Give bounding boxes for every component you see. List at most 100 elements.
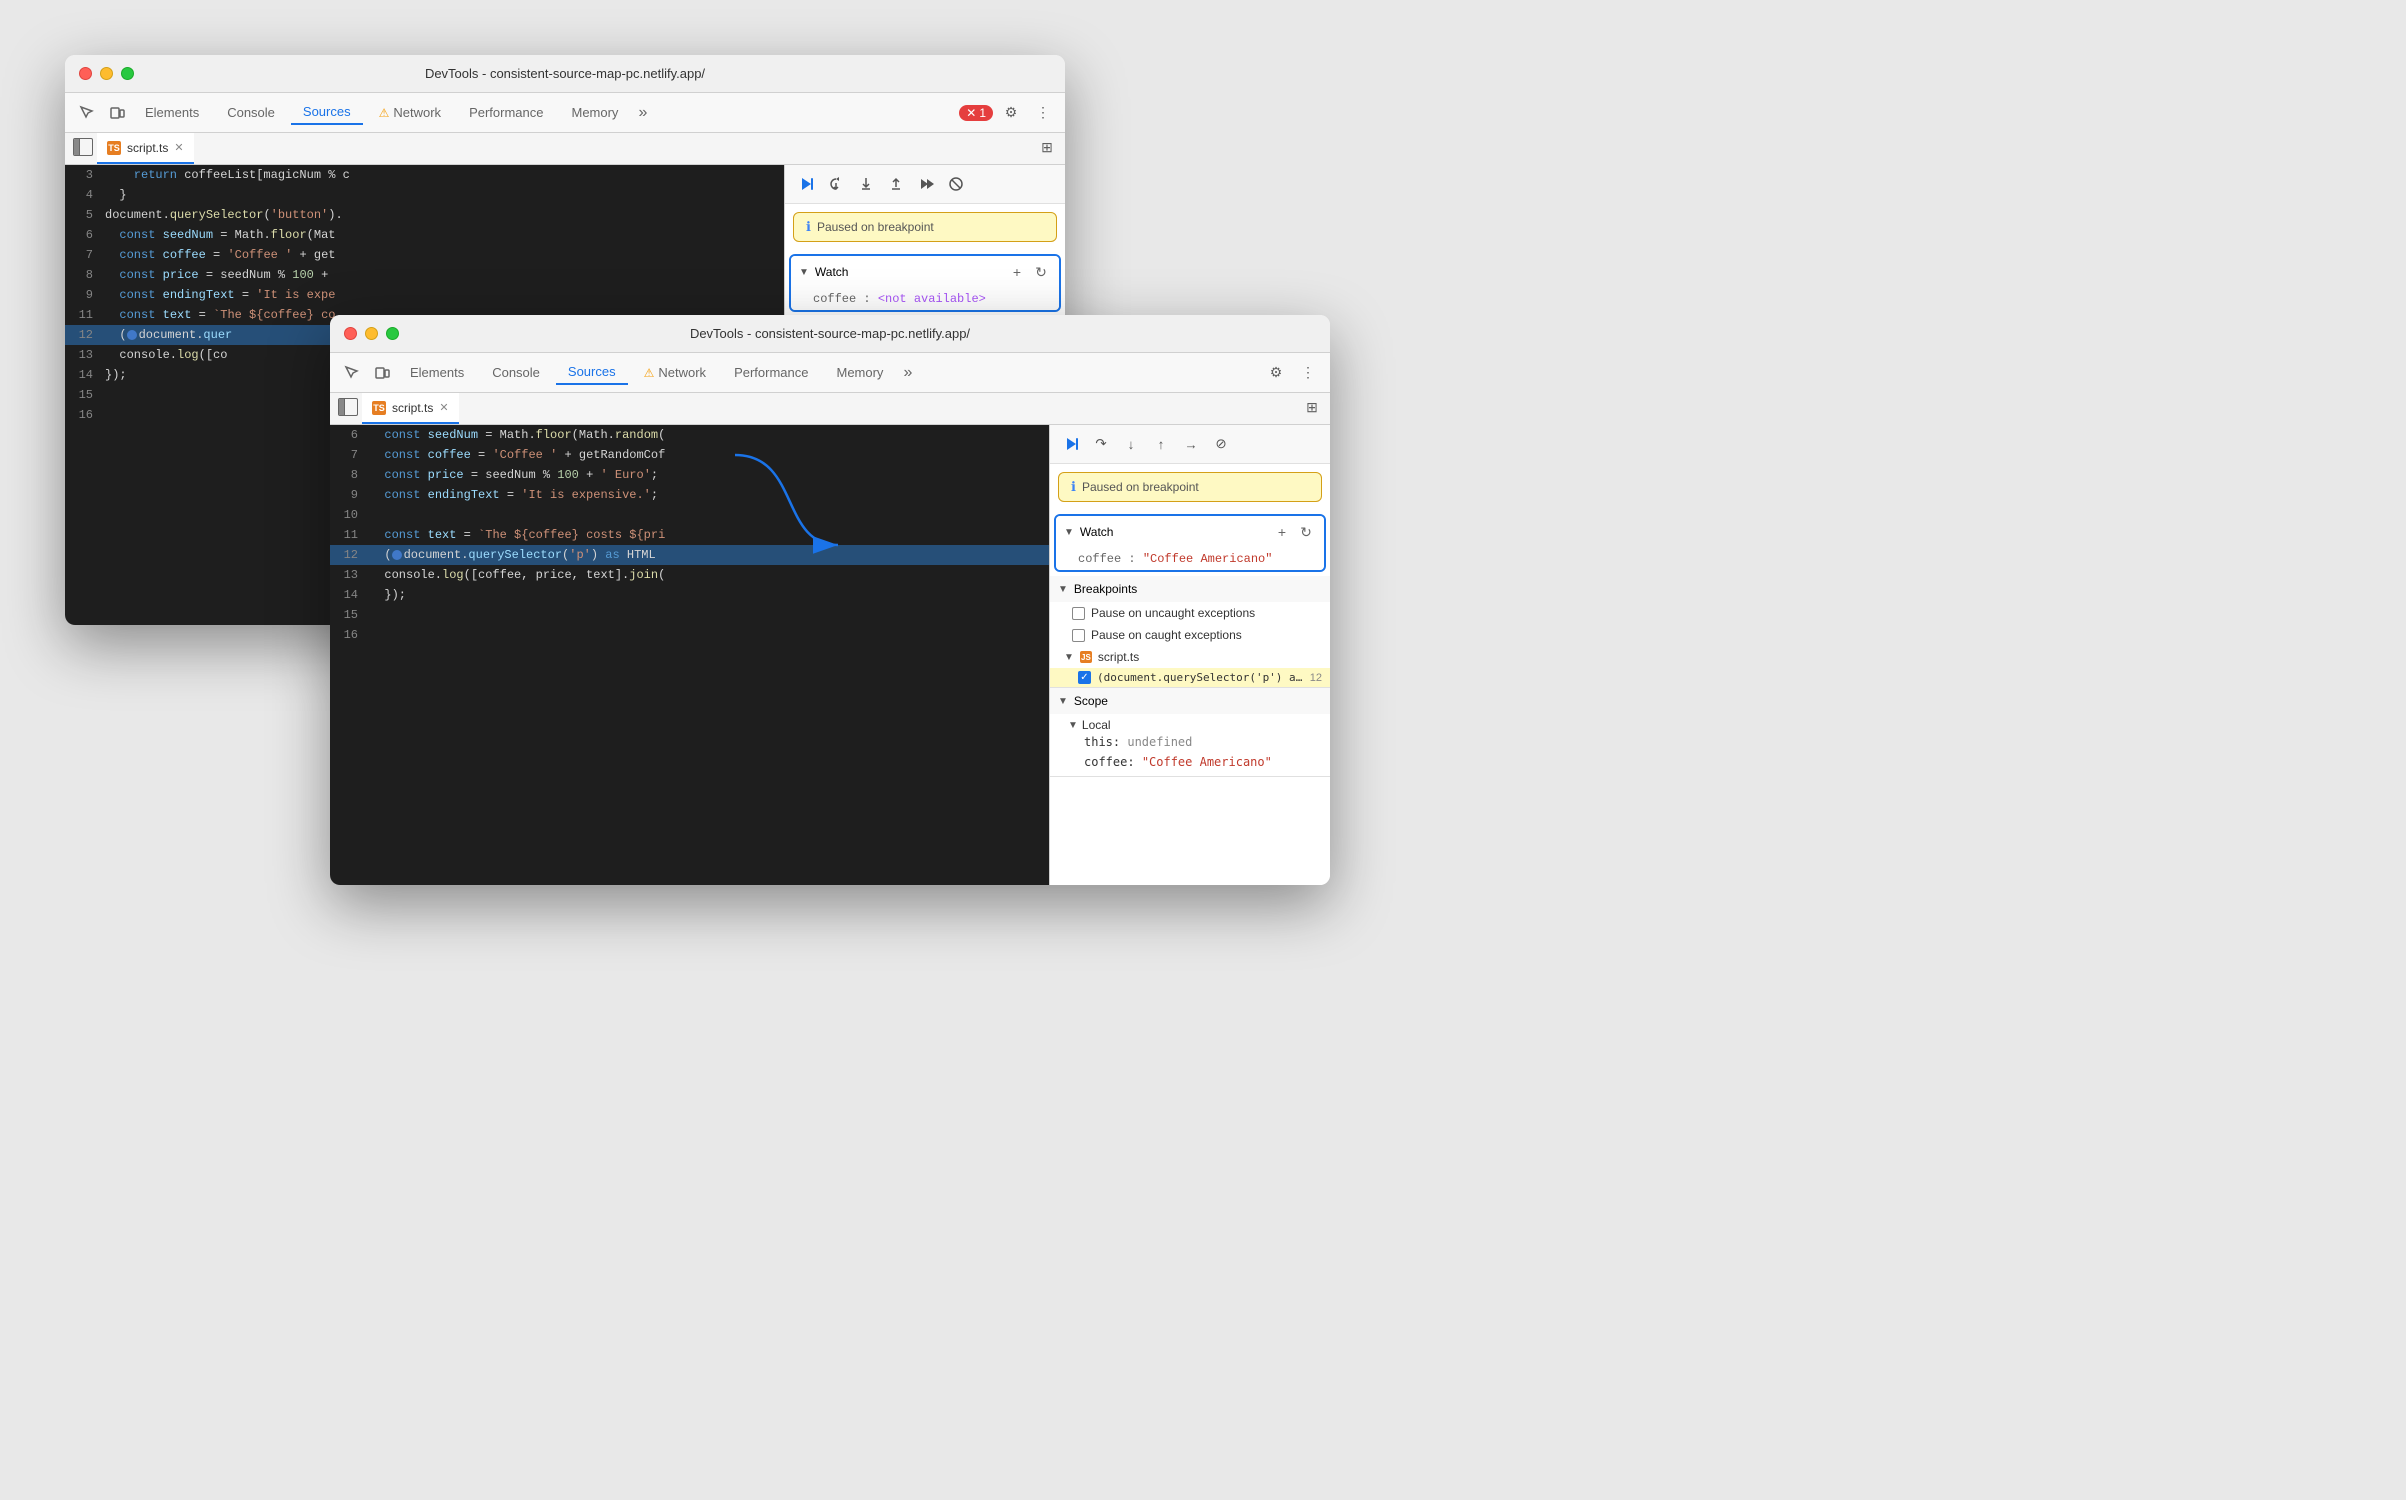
- tab-elements-2[interactable]: Elements: [398, 361, 476, 384]
- watch-key-1: coffee: [813, 292, 856, 306]
- sidebar-toggle-icon-1: [73, 138, 93, 156]
- settings-icon-2[interactable]: ⚙: [1262, 359, 1290, 387]
- expand-file-btn-2[interactable]: ⊞: [1298, 393, 1326, 421]
- minimize-button-1[interactable]: [100, 67, 113, 80]
- watch-arrow-icon-2: ▼: [1064, 527, 1074, 538]
- inspect-icon[interactable]: [73, 99, 101, 127]
- warning-icon-1: ⚠: [379, 106, 390, 120]
- tab-performance-1[interactable]: Performance: [457, 101, 555, 124]
- deactivate-btn-2[interactable]: ⊘: [1208, 431, 1234, 457]
- tab-sources-2[interactable]: Sources: [556, 360, 628, 385]
- tab-sources-1[interactable]: Sources: [291, 100, 363, 125]
- code-line: 13 console.log([coffee, price, text].joi…: [330, 565, 1049, 585]
- typescript-icon-1: TS: [107, 141, 121, 155]
- device-icon-2[interactable]: [368, 359, 396, 387]
- bp-script-name: script.ts: [1098, 650, 1139, 664]
- refresh-watch-btn-2[interactable]: ↻: [1296, 522, 1316, 542]
- code-line: 10: [330, 505, 1049, 525]
- expand-file-btn-1[interactable]: ⊞: [1033, 133, 1061, 161]
- add-watch-btn-2[interactable]: +: [1272, 522, 1292, 542]
- step-btn-2[interactable]: →: [1178, 431, 1204, 457]
- step-into-btn-1[interactable]: [853, 171, 879, 197]
- step-over-btn-2[interactable]: ↷: [1088, 431, 1114, 457]
- scope-section-2: ▼ Scope ▼ Local this: undefined coffee: …: [1050, 688, 1330, 777]
- main-toolbar-2: Elements Console Sources ⚠ Network Perfo…: [330, 353, 1330, 393]
- code-editor-2[interactable]: 6 const seedNum = Math.floor(Math.random…: [330, 425, 1049, 885]
- code-line: 14 });: [330, 585, 1049, 605]
- settings-icon-1[interactable]: ⚙: [997, 99, 1025, 127]
- devtools-window-2: DevTools - consistent-source-map-pc.netl…: [330, 315, 1330, 885]
- main-toolbar-1: Elements Console Sources ⚠ Network Perfo…: [65, 93, 1065, 133]
- scope-local-header[interactable]: ▼ Local: [1068, 718, 1322, 732]
- device-icon[interactable]: [103, 99, 131, 127]
- watch-header-2[interactable]: ▼ Watch + ↻: [1056, 516, 1324, 548]
- step-btn-1[interactable]: [913, 171, 939, 197]
- deactivate-btn-1[interactable]: [943, 171, 969, 197]
- file-tab-bar-1: TS script.ts ✕ ⊞: [65, 133, 1065, 165]
- main-panel-2: 6 const seedNum = Math.floor(Math.random…: [330, 425, 1330, 885]
- step-out-btn-1[interactable]: [883, 171, 909, 197]
- error-x-icon: ✕: [966, 106, 976, 120]
- code-line: 7 const coffee = 'Coffee ' + get: [65, 245, 784, 265]
- file-tab-close-2[interactable]: ✕: [439, 401, 448, 414]
- watch-item-2: coffee : "Coffee Americano": [1056, 548, 1324, 570]
- overflow-tabs-1[interactable]: »: [634, 102, 651, 124]
- tab-memory-1[interactable]: Memory: [559, 101, 630, 124]
- overflow-tabs-2[interactable]: »: [899, 362, 916, 384]
- tab-bar-1: Elements Console Sources ⚠ Network Perfo…: [133, 100, 957, 125]
- toggle-sidebar-1[interactable]: [69, 133, 97, 161]
- bp-checkbox-caught[interactable]: [1072, 629, 1085, 642]
- watch-arrow-icon-1: ▼: [799, 267, 809, 278]
- tab-elements-1[interactable]: Elements: [133, 101, 211, 124]
- scope-header-2[interactable]: ▼ Scope: [1050, 688, 1330, 714]
- tab-network-2[interactable]: ⚠ Network: [632, 361, 718, 384]
- file-tab-script-2[interactable]: TS script.ts ✕: [362, 393, 459, 424]
- bp-code-checkbox[interactable]: [1078, 671, 1091, 684]
- breakpoints-arrow-icon-2: ▼: [1058, 584, 1068, 595]
- code-line: 11 const text = `The ${coffee} costs ${p…: [330, 525, 1049, 545]
- breakpoints-header-2[interactable]: ▼ Breakpoints: [1050, 576, 1330, 602]
- resume-btn-1[interactable]: [793, 171, 819, 197]
- step-into-btn-2[interactable]: ↓: [1118, 431, 1144, 457]
- close-button-1[interactable]: [79, 67, 92, 80]
- tab-network-1[interactable]: ⚠ Network: [367, 101, 453, 124]
- add-watch-btn-1[interactable]: +: [1007, 262, 1027, 282]
- bp-label-caught: Pause on caught exceptions: [1091, 628, 1242, 642]
- resume-btn-2[interactable]: [1058, 431, 1084, 457]
- step-over-btn-1[interactable]: [823, 171, 849, 197]
- code-line: 16: [330, 625, 1049, 645]
- maximize-button-2[interactable]: [386, 327, 399, 340]
- bp-item-caught: Pause on caught exceptions: [1050, 624, 1330, 646]
- more-icon-2[interactable]: ⋮: [1294, 359, 1322, 387]
- close-button-2[interactable]: [344, 327, 357, 340]
- toggle-sidebar-2[interactable]: [334, 393, 362, 421]
- tab-memory-2[interactable]: Memory: [824, 361, 895, 384]
- tab-performance-2[interactable]: Performance: [722, 361, 820, 384]
- inspect-icon-2[interactable]: [338, 359, 366, 387]
- more-icon-1[interactable]: ⋮: [1029, 99, 1057, 127]
- bp-code-line: 12: [1310, 672, 1322, 684]
- watch-section-2: ▼ Watch + ↻ coffee : "Coffee Americano": [1054, 514, 1326, 572]
- file-tab-script-1[interactable]: TS script.ts ✕: [97, 133, 194, 164]
- step-out-btn-2[interactable]: ↑: [1148, 431, 1174, 457]
- local-title: Local: [1082, 718, 1111, 732]
- watch-value-2: "Coffee Americano": [1143, 552, 1273, 566]
- tab-console-1[interactable]: Console: [215, 101, 287, 124]
- watch-header-1[interactable]: ▼ Watch + ↻: [791, 256, 1059, 288]
- code-line: 9 const endingText = 'It is expensive.';: [330, 485, 1049, 505]
- window-title-2: DevTools - consistent-source-map-pc.netl…: [690, 326, 970, 341]
- watch-item-1: coffee : <not available>: [791, 288, 1059, 310]
- maximize-button-1[interactable]: [121, 67, 134, 80]
- scope-this-val: undefined: [1127, 735, 1192, 749]
- scope-local-group: ▼ Local this: undefined coffee: "Coffee …: [1050, 714, 1330, 776]
- scope-arrow-icon: ▼: [1058, 696, 1068, 707]
- traffic-lights-1: [79, 67, 134, 80]
- tab-console-2[interactable]: Console: [480, 361, 552, 384]
- refresh-watch-btn-1[interactable]: ↻: [1031, 262, 1051, 282]
- code-line: 15: [330, 605, 1049, 625]
- bp-checkbox-uncaught[interactable]: [1072, 607, 1085, 620]
- minimize-button-2[interactable]: [365, 327, 378, 340]
- code-line: 6 const seedNum = Math.floor(Mat: [65, 225, 784, 245]
- file-tab-close-1[interactable]: ✕: [174, 141, 183, 154]
- source-panel-2[interactable]: 6 const seedNum = Math.floor(Math.random…: [330, 425, 1050, 885]
